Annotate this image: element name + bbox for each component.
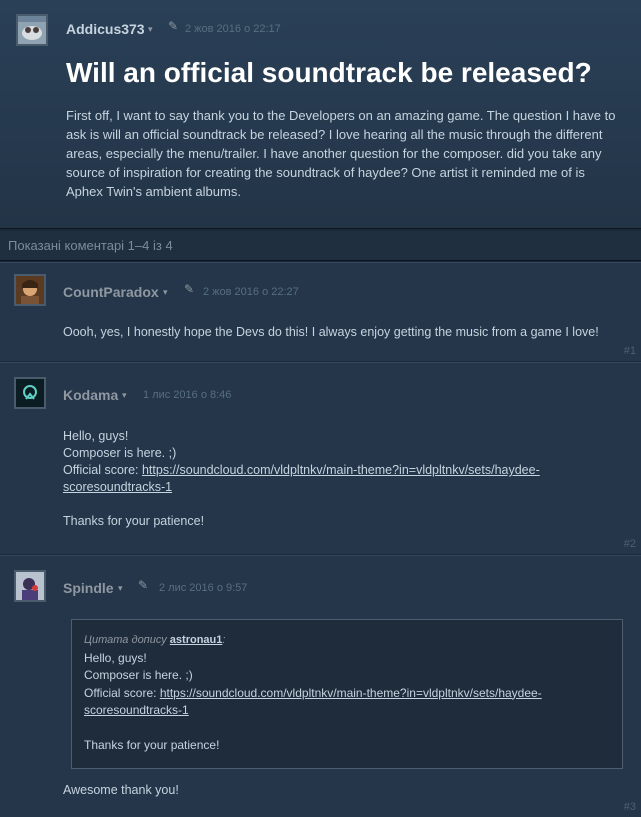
commenter-name[interactable]: CountParadox (63, 284, 159, 300)
quote-line: Hello, guys! (84, 650, 147, 665)
quote-soundcloud-link-cont[interactable]: scoresoundtracks-1 (84, 703, 189, 717)
comment-line: Composer is here. ;) (63, 446, 177, 460)
soundcloud-link-cont[interactable]: scoresoundtracks-1 (63, 480, 172, 494)
thread-title: Will an official soundtrack be released? (66, 57, 592, 88)
comment-timestamp: 1 лис 2016 о 8:46 (143, 389, 232, 401)
comment-count-bar: Показані коментарі 1–4 із 4 (0, 231, 641, 261)
score-label: Official score: (63, 463, 142, 477)
comment-number[interactable]: #3 (624, 801, 636, 813)
comment-line: Thanks for your patience! (63, 514, 205, 528)
comment-number[interactable]: #2 (624, 538, 636, 550)
quote-line: Official score: https://soundcloud.com/v… (84, 685, 610, 720)
comment-timestamp: 2 жов 2016 о 22:27 (203, 286, 299, 298)
chevron-down-icon[interactable]: ▾ (118, 583, 123, 594)
quote-header: Цитата допису astronau1: (84, 632, 610, 650)
commenter-avatar[interactable] (14, 377, 46, 409)
commenter-avatar[interactable] (14, 570, 46, 602)
comment-number[interactable]: #1 (624, 345, 636, 357)
comment-line: Hello, guys! (63, 429, 129, 443)
original-post: Addicus373 ▾ ✎ 2 жов 2016 о 22:17 Will a… (0, 0, 641, 229)
thread-body: First off, I want to say thank you to th… (66, 108, 616, 199)
quote-prefix: Цитата допису (84, 634, 170, 646)
comment-text: Hello, guys! Composer is here. ;) Offici… (63, 428, 623, 530)
quote-soundcloud-link[interactable]: https://soundcloud.com/vldpltnkv/main-th… (160, 686, 542, 700)
comment-timestamp: 2 лис 2016 о 9:57 (159, 582, 248, 594)
commenter-name[interactable]: Kodama (63, 387, 118, 403)
chevron-down-icon[interactable]: ▾ (148, 24, 153, 35)
author-avatar[interactable] (16, 14, 48, 46)
commenter-name[interactable]: Spindle (63, 580, 114, 596)
pin-icon: ✎ (138, 578, 149, 592)
quote-line: Thanks for your patience! (84, 737, 220, 752)
chevron-down-icon[interactable]: ▾ (163, 287, 168, 298)
comment-line: Official score: https://soundcloud.com/v… (63, 462, 623, 496)
commenter-avatar[interactable] (14, 274, 46, 306)
quote-score-label: Official score: (84, 685, 160, 700)
quote-suffix: : (222, 634, 226, 646)
post-timestamp: 2 жов 2016 о 22:17 (185, 23, 281, 35)
quote-author[interactable]: astronau1 (170, 634, 223, 646)
comment-text: Oooh, yes, I honestly hope the Devs do t… (63, 325, 599, 339)
chevron-down-icon[interactable]: ▾ (122, 390, 127, 401)
pin-icon: ✎ (168, 19, 179, 33)
comment-count: Показані коментарі 1–4 із 4 (8, 238, 173, 253)
pin-icon: ✎ (184, 282, 195, 296)
comment-text: Awesome thank you! (63, 783, 179, 797)
soundcloud-link[interactable]: https://soundcloud.com/vldpltnkv/main-th… (142, 463, 540, 477)
quote-line: Composer is here. ;) (84, 668, 193, 682)
comment: Kodama ▾ 1 лис 2016 о 8:46 Hello, guys! … (0, 362, 641, 554)
author-name[interactable]: Addicus373 (66, 21, 145, 37)
quote-block: Цитата допису astronau1: Hello, guys! Co… (71, 619, 623, 769)
comment: CountParadox ▾ ✎ 2 жов 2016 о 22:27 Oooh… (0, 262, 641, 361)
